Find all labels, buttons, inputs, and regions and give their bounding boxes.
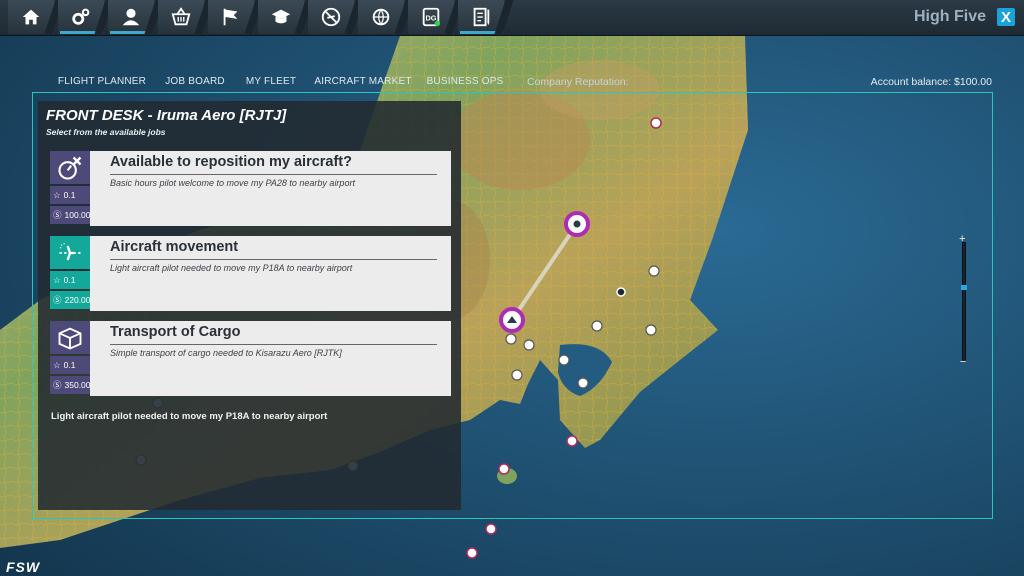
nav-shop-button[interactable] xyxy=(158,0,204,34)
job-card-body: Available to reposition my aircraft? Bas… xyxy=(90,151,451,226)
nav-logbook-button[interactable] xyxy=(458,0,504,34)
panel-subtitle: Select from the available jobs xyxy=(46,127,166,137)
globe-route-icon xyxy=(372,8,390,26)
no-flight-icon xyxy=(321,7,341,27)
svg-text:DG: DG xyxy=(426,14,437,23)
star-icon: ☆ xyxy=(53,359,61,370)
nav-device-button[interactable]: DG xyxy=(408,0,454,34)
nav-missions-button[interactable] xyxy=(208,0,254,34)
job-title: Transport of Cargo xyxy=(110,324,241,340)
zoom-out-button[interactable]: − xyxy=(960,356,966,368)
tab-label: FLIGHT PLANNER xyxy=(57,75,147,87)
job-description: Simple transport of cargo needed to Kisa… xyxy=(110,348,342,358)
zoom-slider-handle[interactable] xyxy=(961,285,967,290)
top-navigation-bar: DG High Five X xyxy=(0,0,1024,36)
basket-icon xyxy=(171,7,191,26)
job-description: Light aircraft pilot needed to move my P… xyxy=(110,263,353,273)
job-card-reposition[interactable]: ☆ 0.1 Ⓢ 100.00 Available to reposition m… xyxy=(50,151,451,226)
tab-my-fleet[interactable]: MY FLEET xyxy=(236,70,306,92)
coin-icon: Ⓢ xyxy=(53,380,62,390)
job-pay-value: 100.00 xyxy=(64,210,91,220)
zoom-slider[interactable] xyxy=(962,242,966,362)
job-icon-area xyxy=(50,151,90,184)
dg-device-icon: DG xyxy=(422,7,441,27)
job-pay-value: 350.00 xyxy=(64,380,91,390)
job-icon-area xyxy=(50,321,90,354)
job-title: Aircraft movement xyxy=(110,239,239,255)
home-icon xyxy=(22,9,40,25)
nav-no-flight-button[interactable] xyxy=(308,0,354,34)
company-reputation-label: Company Reputation: xyxy=(527,76,629,88)
nav-settings-button[interactable] xyxy=(58,0,104,34)
graduation-cap-icon xyxy=(271,9,291,24)
fsw-logo: FSW xyxy=(6,559,41,575)
aircraft-movement-icon xyxy=(59,242,81,260)
coin-icon: Ⓢ xyxy=(53,210,62,220)
nav-home-button[interactable] xyxy=(8,0,54,34)
star-icon: ☆ xyxy=(53,274,61,285)
tab-label: MY FLEET xyxy=(245,75,297,87)
job-title: Available to reposition my aircraft? xyxy=(110,154,352,170)
window-title: High Five xyxy=(913,8,986,25)
job-rating-value: 0.1 xyxy=(63,190,76,200)
nav-training-button[interactable] xyxy=(258,0,304,34)
tab-label: JOB BOARD xyxy=(165,75,225,87)
job-icon-area xyxy=(50,236,90,269)
star-icon: ☆ xyxy=(53,189,61,200)
tab-aircraft-market[interactable]: AIRCRAFT MARKET xyxy=(309,70,417,92)
settings-gears-icon xyxy=(72,8,90,25)
job-rating-value: 0.1 xyxy=(63,360,76,370)
tab-flight-planner[interactable]: FLIGHT PLANNER xyxy=(50,70,154,92)
nav-world-button[interactable] xyxy=(358,0,404,34)
selected-job-description: Light aircraft pilot needed to move my P… xyxy=(51,411,328,422)
reposition-icon xyxy=(58,156,82,180)
profile-icon xyxy=(122,8,140,26)
panel-title: FRONT DESK - Iruma Aero [RJTJ] xyxy=(46,107,287,124)
job-card-body: Transport of Cargo Simple transport of c… xyxy=(90,321,451,396)
tab-job-board[interactable]: JOB BOARD xyxy=(158,70,232,92)
nav-profile-button[interactable] xyxy=(108,0,154,34)
job-description: Basic hours pilot welcome to move my PA2… xyxy=(110,178,355,188)
account-balance: Account balance: $100.00 xyxy=(870,76,992,88)
close-button[interactable]: X xyxy=(997,8,1015,26)
cargo-box-icon xyxy=(58,327,82,350)
flag-icon xyxy=(223,8,238,26)
front-desk-panel: FRONT DESK - Iruma Aero [RJTJ] Select fr… xyxy=(38,101,461,510)
tab-label: BUSINESS OPS xyxy=(426,75,504,87)
job-card-transport-cargo[interactable]: ☆ 0.1 Ⓢ 350.00 Transport of Cargo Simple… xyxy=(50,321,451,396)
job-card-body: Aircraft movement Light aircraft pilot n… xyxy=(90,236,451,311)
tab-business-ops[interactable]: BUSINESS OPS xyxy=(421,70,509,92)
job-pay-value: 220.00 xyxy=(64,295,91,305)
job-card-aircraft-movement[interactable]: ☆ 0.1 Ⓢ 220.00 Aircraft movement Light a… xyxy=(50,236,451,311)
job-rating-value: 0.1 xyxy=(63,275,76,285)
coin-icon: Ⓢ xyxy=(53,295,62,305)
tab-label: AIRCRAFT MARKET xyxy=(314,75,412,87)
checklist-icon xyxy=(473,7,490,27)
